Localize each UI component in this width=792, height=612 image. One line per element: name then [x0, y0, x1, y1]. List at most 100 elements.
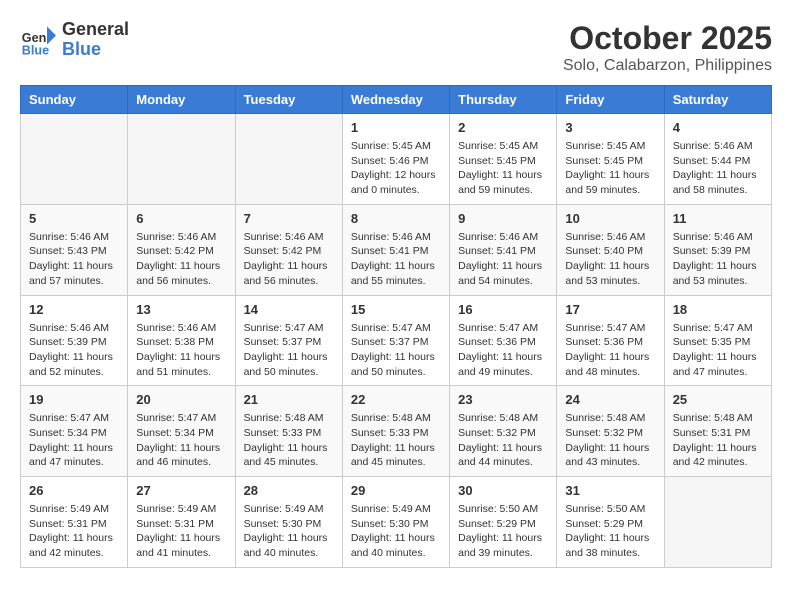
- day-number: 20: [136, 392, 226, 407]
- day-info: Sunrise: 5:45 AM Sunset: 5:45 PM Dayligh…: [458, 139, 548, 198]
- calendar-cell: [664, 477, 771, 568]
- calendar-week-1: 1 Sunrise: 5:45 AM Sunset: 5:46 PM Daylig…: [21, 114, 772, 205]
- day-number: 9: [458, 211, 548, 226]
- calendar-cell: 21 Sunrise: 5:48 AM Sunset: 5:33 PM Dayli…: [235, 386, 342, 477]
- day-number: 24: [565, 392, 655, 407]
- day-number: 3: [565, 120, 655, 135]
- day-number: 8: [351, 211, 441, 226]
- day-number: 15: [351, 302, 441, 317]
- day-number: 25: [673, 392, 763, 407]
- logo-line2: Blue: [62, 40, 129, 60]
- day-number: 28: [244, 483, 334, 498]
- calendar-cell: 5 Sunrise: 5:46 AM Sunset: 5:43 PM Daylig…: [21, 204, 128, 295]
- day-number: 11: [673, 211, 763, 226]
- calendar-cell: 16Sunrise: 5:47 AM Sunset: 5:36 PM Dayli…: [450, 295, 557, 386]
- calendar-cell: 9 Sunrise: 5:46 AM Sunset: 5:41 PM Daylig…: [450, 204, 557, 295]
- day-number: 1: [351, 120, 441, 135]
- calendar-cell: 13 Sunrise: 5:46 AM Sunset: 5:38 PM Dayli…: [128, 295, 235, 386]
- day-number: 30: [458, 483, 548, 498]
- day-number: 13: [136, 302, 226, 317]
- day-number: 4: [673, 120, 763, 135]
- day-info: Sunrise: 5:49 AM Sunset: 5:31 PM Dayligh…: [29, 502, 119, 561]
- day-number: 29: [351, 483, 441, 498]
- day-number: 2: [458, 120, 548, 135]
- day-info: Sunrise: 5:49 AM Sunset: 5:31 PM Dayligh…: [136, 502, 226, 561]
- day-info: Sunrise: 5:45 AM Sunset: 5:45 PM Dayligh…: [565, 139, 655, 198]
- calendar-table: SundayMondayTuesdayWednesdayThursdayFrid…: [20, 85, 772, 568]
- weekday-header-row: SundayMondayTuesdayWednesdayThursdayFrid…: [21, 86, 772, 114]
- day-info: Sunrise: 5:46 AM Sunset: 5:41 PM Dayligh…: [458, 230, 548, 289]
- page-header: Gen Blue General Blue October 2025 Solo,…: [20, 20, 772, 75]
- day-number: 14: [244, 302, 334, 317]
- calendar-cell: [235, 114, 342, 205]
- title-block: October 2025 Solo, Calabarzon, Philippin…: [563, 20, 772, 75]
- calendar-week-3: 12 Sunrise: 5:46 AM Sunset: 5:39 PM Dayli…: [21, 295, 772, 386]
- calendar-cell: 2 Sunrise: 5:45 AM Sunset: 5:45 PM Daylig…: [450, 114, 557, 205]
- calendar-cell: 1 Sunrise: 5:45 AM Sunset: 5:46 PM Daylig…: [342, 114, 449, 205]
- calendar-title: October 2025: [563, 20, 772, 57]
- day-info: Sunrise: 5:48 AM Sunset: 5:32 PM Dayligh…: [565, 411, 655, 470]
- calendar-cell: [21, 114, 128, 205]
- calendar-cell: 23Sunrise: 5:48 AM Sunset: 5:32 PM Dayli…: [450, 386, 557, 477]
- calendar-cell: 6 Sunrise: 5:46 AM Sunset: 5:42 PM Daylig…: [128, 204, 235, 295]
- calendar-cell: 25 Sunrise: 5:48 AM Sunset: 5:31 PM Dayli…: [664, 386, 771, 477]
- weekday-header-saturday: Saturday: [664, 86, 771, 114]
- day-info: Sunrise: 5:48 AM Sunset: 5:33 PM Dayligh…: [244, 411, 334, 470]
- day-info: Sunrise: 5:47 AM Sunset: 5:35 PM Dayligh…: [673, 321, 763, 380]
- weekday-header-thursday: Thursday: [450, 86, 557, 114]
- day-info: Sunrise: 5:47 AM Sunset: 5:36 PM Dayligh…: [565, 321, 655, 380]
- weekday-header-sunday: Sunday: [21, 86, 128, 114]
- calendar-cell: 12 Sunrise: 5:46 AM Sunset: 5:39 PM Dayli…: [21, 295, 128, 386]
- weekday-header-wednesday: Wednesday: [342, 86, 449, 114]
- day-info: Sunrise: 5:47 AM Sunset: 5:34 PM Dayligh…: [136, 411, 226, 470]
- day-info: Sunrise: 5:46 AM Sunset: 5:43 PM Dayligh…: [29, 230, 119, 289]
- calendar-cell: 26Sunrise: 5:49 AM Sunset: 5:31 PM Dayli…: [21, 477, 128, 568]
- day-info: Sunrise: 5:46 AM Sunset: 5:39 PM Dayligh…: [29, 321, 119, 380]
- day-number: 17: [565, 302, 655, 317]
- day-number: 31: [565, 483, 655, 498]
- day-info: Sunrise: 5:46 AM Sunset: 5:40 PM Dayligh…: [565, 230, 655, 289]
- day-number: 5: [29, 211, 119, 226]
- calendar-cell: [128, 114, 235, 205]
- day-number: 12: [29, 302, 119, 317]
- calendar-cell: 27 Sunrise: 5:49 AM Sunset: 5:31 PM Dayli…: [128, 477, 235, 568]
- day-info: Sunrise: 5:50 AM Sunset: 5:29 PM Dayligh…: [458, 502, 548, 561]
- calendar-cell: 10Sunrise: 5:46 AM Sunset: 5:40 PM Dayli…: [557, 204, 664, 295]
- day-number: 19: [29, 392, 119, 407]
- calendar-cell: 14Sunrise: 5:47 AM Sunset: 5:37 PM Dayli…: [235, 295, 342, 386]
- calendar-cell: 29Sunrise: 5:49 AM Sunset: 5:30 PM Dayli…: [342, 477, 449, 568]
- day-info: Sunrise: 5:46 AM Sunset: 5:41 PM Dayligh…: [351, 230, 441, 289]
- day-info: Sunrise: 5:46 AM Sunset: 5:42 PM Dayligh…: [136, 230, 226, 289]
- calendar-cell: 19Sunrise: 5:47 AM Sunset: 5:34 PM Dayli…: [21, 386, 128, 477]
- day-info: Sunrise: 5:46 AM Sunset: 5:38 PM Dayligh…: [136, 321, 226, 380]
- calendar-cell: 28Sunrise: 5:49 AM Sunset: 5:30 PM Dayli…: [235, 477, 342, 568]
- day-info: Sunrise: 5:46 AM Sunset: 5:39 PM Dayligh…: [673, 230, 763, 289]
- day-info: Sunrise: 5:46 AM Sunset: 5:42 PM Dayligh…: [244, 230, 334, 289]
- logo-icon: Gen Blue: [20, 22, 56, 58]
- day-info: Sunrise: 5:47 AM Sunset: 5:37 PM Dayligh…: [351, 321, 441, 380]
- day-number: 6: [136, 211, 226, 226]
- day-info: Sunrise: 5:45 AM Sunset: 5:46 PM Dayligh…: [351, 139, 441, 198]
- calendar-cell: 17 Sunrise: 5:47 AM Sunset: 5:36 PM Dayli…: [557, 295, 664, 386]
- day-number: 16: [458, 302, 548, 317]
- day-info: Sunrise: 5:46 AM Sunset: 5:44 PM Dayligh…: [673, 139, 763, 198]
- weekday-header-friday: Friday: [557, 86, 664, 114]
- calendar-cell: 31Sunrise: 5:50 AM Sunset: 5:29 PM Dayli…: [557, 477, 664, 568]
- calendar-cell: 24 Sunrise: 5:48 AM Sunset: 5:32 PM Dayli…: [557, 386, 664, 477]
- calendar-week-4: 19 Sunrise: 5:47 AM Sunset: 5:34 PM Dayli…: [21, 386, 772, 477]
- calendar-cell: 20 Sunrise: 5:47 AM Sunset: 5:34 PM Dayli…: [128, 386, 235, 477]
- calendar-header: SundayMondayTuesdayWednesdayThursdayFrid…: [21, 86, 772, 114]
- day-number: 27: [136, 483, 226, 498]
- calendar-cell: 8 Sunrise: 5:46 AM Sunset: 5:41 PM Daylig…: [342, 204, 449, 295]
- logo: Gen Blue General Blue: [20, 20, 129, 60]
- day-number: 18: [673, 302, 763, 317]
- calendar-cell: 4 Sunrise: 5:46 AM Sunset: 5:44 PM Daylig…: [664, 114, 771, 205]
- calendar-cell: 3 Sunrise: 5:45 AM Sunset: 5:45 PM Daylig…: [557, 114, 664, 205]
- day-number: 21: [244, 392, 334, 407]
- logo-line1: General: [62, 20, 129, 40]
- day-info: Sunrise: 5:48 AM Sunset: 5:31 PM Dayligh…: [673, 411, 763, 470]
- calendar-week-2: 5 Sunrise: 5:46 AM Sunset: 5:43 PM Daylig…: [21, 204, 772, 295]
- day-info: Sunrise: 5:48 AM Sunset: 5:33 PM Dayligh…: [351, 411, 441, 470]
- calendar-cell: 22Sunrise: 5:48 AM Sunset: 5:33 PM Dayli…: [342, 386, 449, 477]
- calendar-cell: 15 Sunrise: 5:47 AM Sunset: 5:37 PM Dayli…: [342, 295, 449, 386]
